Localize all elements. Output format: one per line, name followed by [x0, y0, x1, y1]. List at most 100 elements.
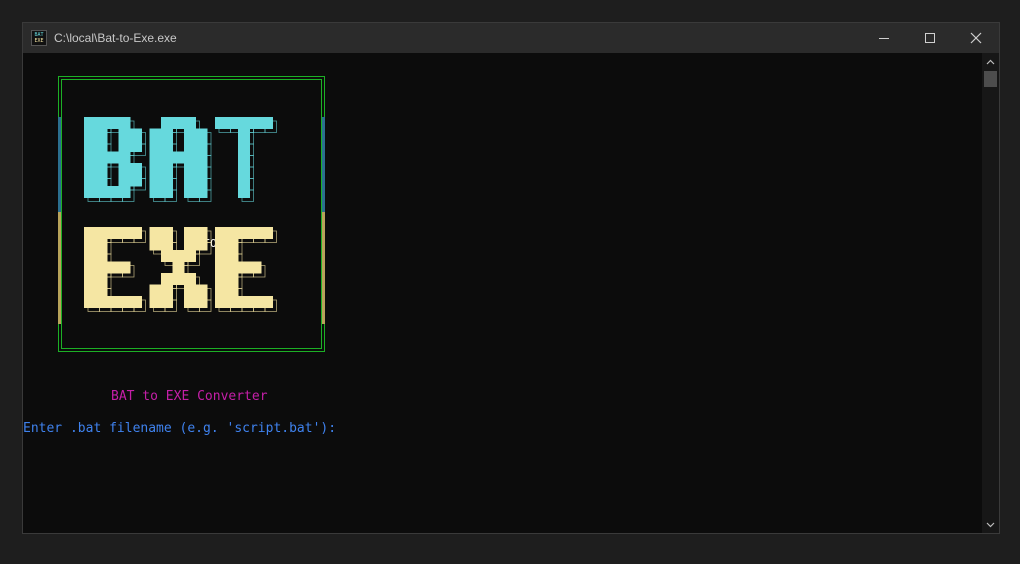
minimize-icon: [879, 38, 889, 39]
logo-exe-cell: [84, 296, 96, 308]
logo-exe-cell: [107, 296, 119, 308]
logo-exe-cell: [161, 296, 173, 308]
logo-bat-svg: [84, 117, 277, 202]
logo-bat-letter-b: [84, 117, 146, 202]
logo-exe-cell: [226, 261, 239, 274]
logo-bat-cell: [118, 151, 131, 164]
logo-bat-cell: [149, 174, 162, 187]
logo-bat-cell: [184, 186, 196, 198]
logo-bat-cell: [161, 117, 173, 129]
logo-exe-cell: [215, 261, 227, 274]
logo-bat-cell: [107, 186, 119, 198]
logo-bat-cell: [84, 151, 96, 164]
logo-exe-cell: [215, 238, 227, 251]
logo-exe-cell: [238, 227, 250, 239]
maximize-icon: [925, 33, 935, 43]
logo-exe-cell: [84, 261, 96, 274]
logo-bat-cell: [95, 163, 108, 175]
logo-bat-cell: [149, 140, 162, 152]
logo-side-left-yellow: [58, 212, 61, 324]
logo-side-left-cyan: [58, 117, 61, 212]
logo-exe-cell: [161, 284, 173, 297]
logo-exe-cell: [107, 261, 119, 274]
logo-exe-cell: [130, 227, 142, 239]
logo-exe-cell: [215, 250, 227, 262]
logo-exe-cell: [84, 238, 96, 251]
logo-bat-cell: [161, 128, 173, 141]
logo-bat-cell: [226, 117, 239, 129]
logo-exe-cell: [215, 284, 227, 297]
close-icon: [970, 32, 982, 44]
logo-frame: TO: [58, 76, 325, 352]
window-title: C:\local\Bat-to-Exe.exe: [54, 31, 177, 45]
chevron-down-icon: [986, 522, 995, 527]
logo-bat-cell: [95, 128, 108, 141]
logo-bat-cell: [172, 117, 185, 129]
logo-bat-cell: [84, 186, 96, 198]
logo-exe-cell: [249, 227, 262, 239]
logo-exe-cell: [95, 273, 108, 285]
logo-bat-cell: [195, 128, 208, 141]
logo-bat-cell: [184, 151, 196, 164]
logo-bat-cell: [84, 128, 96, 141]
logo-bat-cell: [95, 174, 108, 187]
logo-bat-cell: [84, 174, 96, 187]
logo-bat-cell: [238, 117, 250, 129]
logo-bat-cell: [195, 151, 208, 164]
logo-exe-cell: [226, 284, 239, 297]
close-button[interactable]: [953, 23, 999, 53]
logo-bat-cell: [161, 186, 173, 198]
title-bar[interactable]: BAT EXE C:\local\Bat-to-Exe.exe: [23, 23, 999, 53]
logo-bat-cell: [95, 140, 108, 152]
logo-bat-cell: [184, 140, 196, 152]
logo-exe-cell: [95, 250, 108, 262]
logo-exe-cell: [215, 227, 227, 239]
logo-bat-cell: [238, 151, 250, 164]
logo-bat-cell: [149, 163, 162, 175]
logo-word-exe: [84, 227, 279, 318]
logo-exe-cell: [84, 284, 96, 297]
logo-word-bat: [84, 117, 279, 208]
logo-bat-letter-t: [215, 117, 277, 202]
logo-bat-cell: [249, 117, 262, 129]
logo-bat-cell: [238, 174, 250, 187]
logo-bat-cell: [261, 117, 273, 129]
window-controls: [861, 23, 999, 53]
logo-bat-cell: [149, 128, 162, 141]
vertical-scrollbar[interactable]: [982, 53, 999, 533]
logo-exe-cell: [95, 296, 108, 308]
logo-exe-cell: [95, 284, 108, 297]
logo-exe-cell: [161, 238, 173, 251]
logo-bat-cell: [184, 117, 196, 129]
logo-bat-cell: [84, 117, 96, 129]
logo-bat-cell: [107, 117, 119, 129]
logo-bat-cell: [130, 140, 142, 152]
app-icon-text-bottom: EXE: [34, 38, 44, 44]
logo-exe-letter-e: [84, 227, 146, 312]
logo-bat-cell: [195, 174, 208, 187]
console-output[interactable]: TO BAT to EXE Converter Enter .bat filen…: [23, 53, 983, 533]
logo-bat-cell: [184, 163, 196, 175]
minimize-button[interactable]: [861, 23, 907, 53]
logo-exe-cell: [249, 296, 262, 308]
logo-bat-cell: [95, 151, 108, 164]
app-icon: BAT EXE: [31, 30, 47, 46]
scroll-down-button[interactable]: [982, 516, 999, 533]
logo-bat-cell: [184, 174, 196, 187]
logo-exe-cell: [226, 227, 239, 239]
logo-exe-cell: [184, 273, 196, 285]
logo-bat-cell: [195, 140, 208, 152]
logo-exe-cell: [149, 227, 162, 239]
logo-bat-cell: [118, 117, 131, 129]
logo-bat-cell: [95, 186, 108, 198]
logo-bat-cell: [161, 163, 173, 175]
maximize-button[interactable]: [907, 23, 953, 53]
scroll-up-button[interactable]: [982, 53, 999, 70]
logo-exe-cell: [130, 296, 142, 308]
scrollbar-thumb[interactable]: [984, 71, 997, 87]
converter-title: BAT to EXE Converter: [111, 389, 268, 404]
logo-bat-cell: [238, 128, 250, 141]
logo-exe-cell: [226, 296, 239, 308]
logo-exe-cell: [238, 261, 250, 274]
logo-exe-cell: [107, 227, 119, 239]
